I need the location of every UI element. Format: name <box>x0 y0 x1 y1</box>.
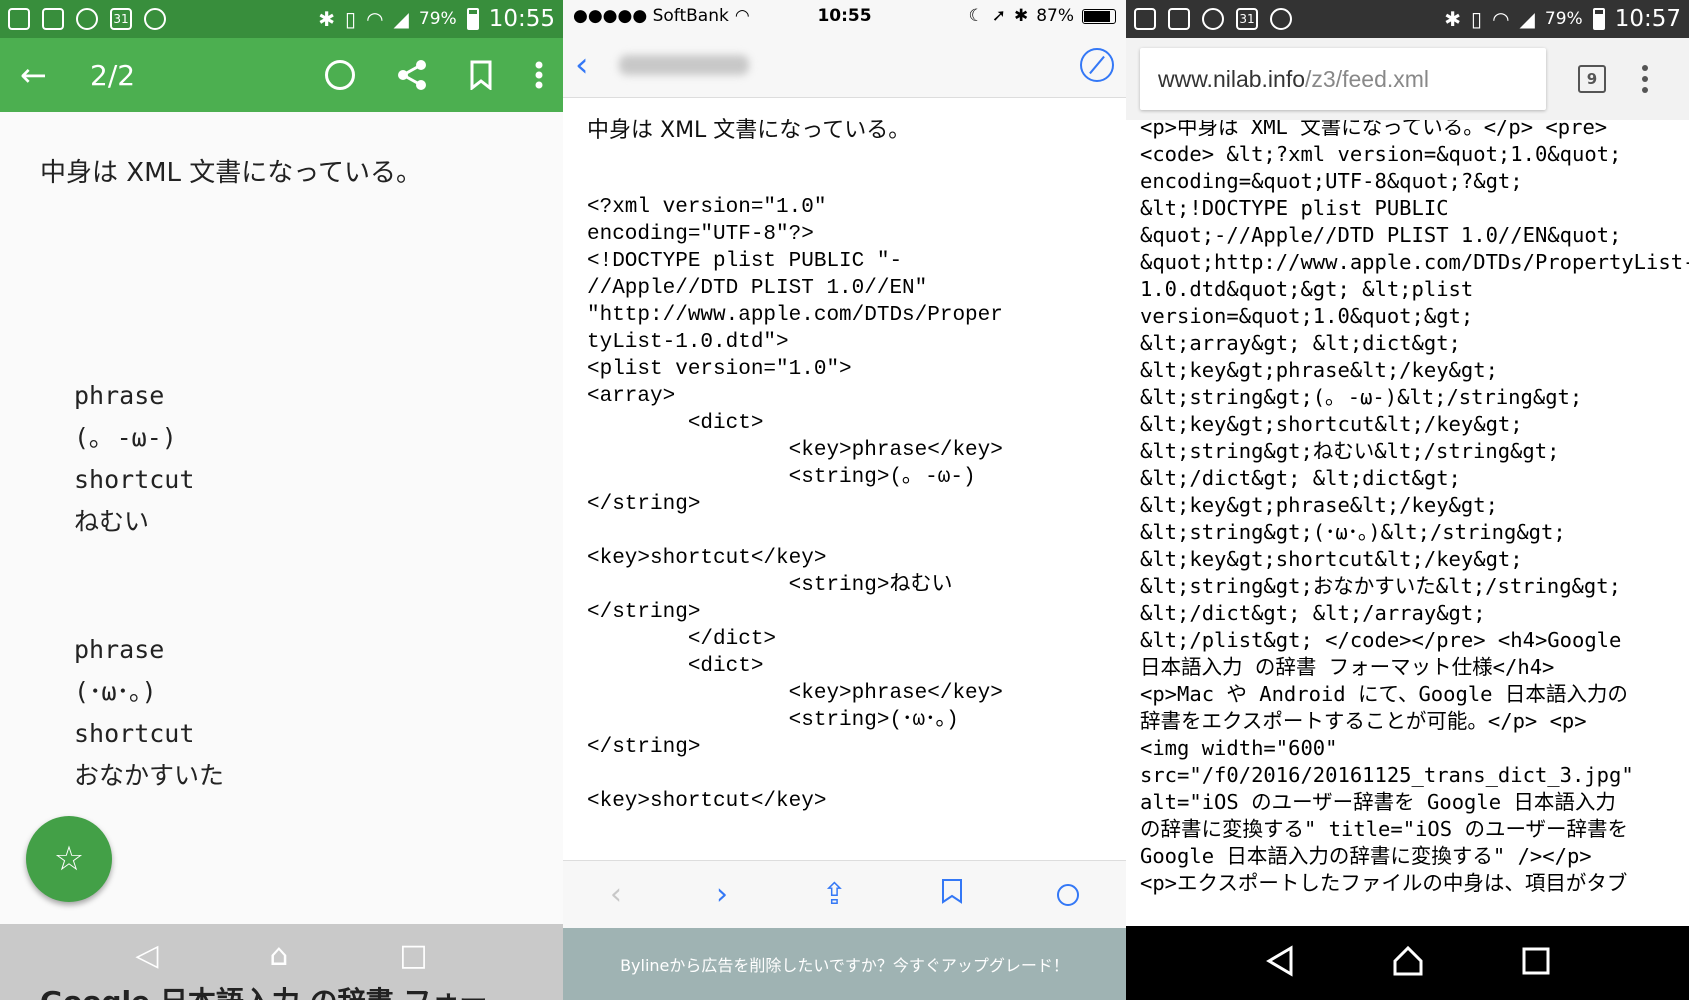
dictionary-entry: phrase (･ω･｡) shortcut おなかすいた <box>74 629 523 797</box>
entry-key: shortcut <box>74 465 195 494</box>
signal-icon: ◢ <box>1519 7 1535 31</box>
blurred-title <box>619 54 749 75</box>
next-heading-peek: Google 日本語入力 の辞書 フォー <box>40 980 487 1000</box>
battery-level: 87% <box>1036 6 1074 26</box>
dictionary-entry: phrase (｡ -ω-) shortcut ねむい <box>74 375 523 543</box>
entry-value: (･ω･｡) <box>74 677 157 706</box>
bottom-toolbar: ‹ › ⇪ <box>563 860 1126 928</box>
entry-value: (｡ -ω-) <box>74 423 177 452</box>
calendar-icon: 31 <box>110 8 132 30</box>
bluetooth-icon: ✱ <box>318 7 336 31</box>
page-counter: 2/2 <box>90 58 136 92</box>
wifi-icon: ◠ <box>366 7 384 31</box>
forward-icon[interactable]: › <box>716 877 728 912</box>
article-intro: 中身は XML 文書になっている。 <box>587 118 911 143</box>
message-icon <box>1134 8 1156 30</box>
info-icon <box>1202 8 1224 30</box>
status-bar: 31 ✱ ▯ ◠ ◢ 79% 10:55 <box>0 0 563 38</box>
article-intro: 中身は XML 文書になっている。 <box>40 158 422 188</box>
more-vert-icon[interactable] <box>1642 65 1648 93</box>
back-arrow-icon[interactable]: ← <box>20 56 60 94</box>
battery-level: 79% <box>418 9 457 29</box>
ios-reader-panel: ●●●●● SoftBank ◠ 10:55 ☾ ➚ ✱ 87% ‹ 中身は X… <box>563 0 1126 1000</box>
moon-icon: ☾ <box>968 6 984 26</box>
calendar-icon: 31 <box>1236 8 1258 30</box>
browser-toolbar: www.nilab.info/z3/feed.xml 9 <box>1126 38 1689 120</box>
article-content: 中身は XML 文書になっている。 phrase (｡ -ω-) shortcu… <box>0 112 563 924</box>
safari-compass-icon[interactable] <box>1080 47 1114 82</box>
entry-key: phrase <box>74 635 165 664</box>
nav-home-icon[interactable]: ⌂ <box>269 938 288 973</box>
entry-key: shortcut <box>74 719 195 748</box>
bookmark-icon[interactable] <box>941 877 963 912</box>
more-vert-icon[interactable] <box>535 61 543 89</box>
chrome-browser-panel: 31 ✱ ▯ ◠ ◢ 79% 10:57 www.nilab.info/z3/f… <box>1126 0 1689 1000</box>
navigation-bar: ‹ <box>563 32 1126 98</box>
url-host: www.nilab.info <box>1158 65 1306 92</box>
vibrate-icon: ▯ <box>1471 7 1483 31</box>
nav-recents-icon[interactable]: □ <box>399 938 427 973</box>
clock: 10:55 <box>488 6 555 32</box>
globe-icon <box>1270 8 1292 30</box>
tab-switcher-button[interactable]: 9 <box>1578 65 1606 93</box>
signal-icon: ◢ <box>393 7 409 31</box>
nav-home-icon[interactable] <box>1392 945 1424 981</box>
entry-value: ねむい <box>74 507 150 536</box>
message-icon <box>8 8 30 30</box>
nav-bar <box>1126 926 1689 1000</box>
url-path: /z3/feed.xml <box>1305 65 1430 92</box>
clock: 10:57 <box>1614 6 1681 32</box>
nav-recents-icon[interactable] <box>1522 947 1550 979</box>
back-icon[interactable]: ‹ <box>610 877 622 912</box>
vibrate-icon: ▯ <box>345 7 357 31</box>
url-bar[interactable]: www.nilab.info/z3/feed.xml <box>1140 48 1546 110</box>
info-icon <box>76 8 98 30</box>
entry-key: phrase <box>74 381 165 410</box>
app-icon <box>42 8 64 30</box>
circle-icon[interactable] <box>325 60 355 90</box>
xml-source-text: <p>中身は XML 文書になっている。</p> <pre> <code> &l… <box>1140 120 1689 895</box>
star-icon: ☆ <box>53 839 85 879</box>
favorite-fab[interactable]: ☆ <box>26 816 112 902</box>
battery-icon <box>1592 8 1605 30</box>
bluetooth-icon: ✱ <box>1013 6 1029 26</box>
back-chevron-icon[interactable]: ‹ <box>575 45 605 85</box>
share-icon[interactable]: ⇪ <box>822 877 847 912</box>
share-icon[interactable] <box>397 59 427 91</box>
app-icon <box>1168 8 1190 30</box>
globe-icon <box>144 8 166 30</box>
battery-level: 79% <box>1544 9 1583 29</box>
nav-back-icon[interactable] <box>1265 945 1295 981</box>
bookmark-icon[interactable] <box>469 60 493 90</box>
ad-banner[interactable]: Bylineから広告を削除したいですか？今すぐアップグレード！ <box>563 928 1126 1000</box>
entry-value: おなかすいた <box>74 761 225 790</box>
bluetooth-icon: ✱ <box>1444 7 1462 31</box>
page-source-view: <p>中身は XML 文書になっている。</p> <pre> <code> &l… <box>1126 120 1689 926</box>
battery-icon <box>1082 8 1116 24</box>
circle-icon[interactable] <box>1057 883 1079 906</box>
status-bar: 31 ✱ ▯ ◠ ◢ 79% 10:57 <box>1126 0 1689 38</box>
article-content: 中身は XML 文書になっている。 <?xml version="1.0" en… <box>563 98 1126 860</box>
app-toolbar: ← 2/2 <box>0 38 563 112</box>
android-reader-panel: 31 ✱ ▯ ◠ ◢ 79% 10:55 ← 2/2 中身は XML 文書になっ… <box>0 0 563 1000</box>
battery-icon <box>466 8 479 30</box>
code-block: <?xml version="1.0" encoding="UTF-8"?> <… <box>587 196 1003 813</box>
location-icon: ➚ <box>991 6 1006 26</box>
status-bar: ●●●●● SoftBank ◠ 10:55 ☾ ➚ ✱ 87% <box>563 0 1126 32</box>
nav-back-icon[interactable]: ◁ <box>135 938 158 973</box>
wifi-icon: ◠ <box>1492 7 1510 31</box>
